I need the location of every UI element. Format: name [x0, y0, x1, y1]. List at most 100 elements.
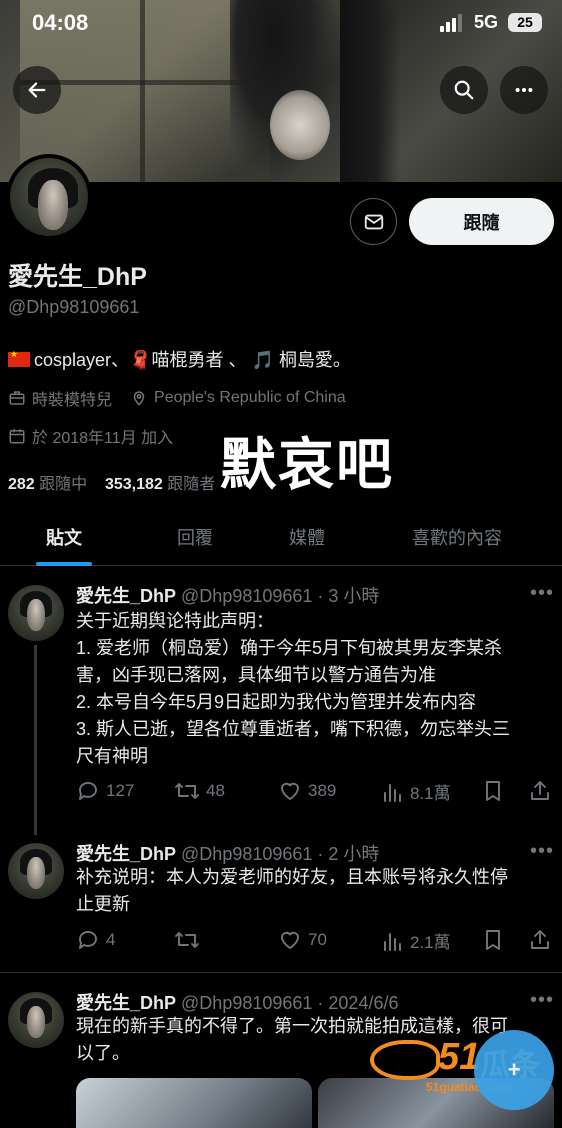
china-flag-icon — [8, 349, 30, 367]
views-bar-icon — [384, 932, 401, 951]
tweet-line: 关于近期舆论特此声明： — [76, 611, 274, 631]
tweet-line: 补充说明：本人为爱老师的好友，且本账号将永久性停 — [76, 867, 508, 887]
share-button[interactable] — [528, 779, 558, 803]
tweet-media-image[interactable] — [76, 1078, 312, 1128]
tweet-line: 害，凶手现已落网，具体细节以警方通告为准 — [76, 665, 436, 685]
profile-bio: cosplayer、🧣喵棍勇者 、 🎵 桐島愛。 — [8, 346, 351, 372]
calendar-icon — [9, 429, 25, 444]
bio-separator-2: 、 — [223, 350, 247, 370]
bookmark-button[interactable] — [482, 928, 510, 952]
tweet-author-name[interactable]: 愛先生_DhP — [76, 586, 176, 606]
tweet-line: 止更新 — [76, 894, 130, 914]
tweet-line: 尺有神明 — [76, 746, 148, 766]
profile-meta-row: 時裝模特兒 People's Republic of China — [8, 386, 346, 410]
status-bar: 04:08 5G 25 — [0, 0, 562, 48]
tweet-line: 1. 爱老师（桐岛爱）确于今年5月下旬被其男友李某杀 — [76, 638, 503, 658]
reply-button[interactable]: 4 — [76, 928, 115, 952]
share-icon — [531, 930, 549, 949]
like-button[interactable]: 70 — [278, 928, 327, 952]
music-note-emoji-icon: 🎵 — [251, 350, 274, 370]
location-pin-icon — [133, 391, 145, 406]
views-bar-icon — [384, 783, 401, 802]
retweet-icon — [175, 783, 199, 799]
tweet-text[interactable]: 补充说明：本人为爱老师的好友，且本账号将永久性停 止更新 — [76, 864, 556, 918]
signal-icon — [440, 14, 462, 32]
arrow-left-icon — [28, 82, 46, 98]
tweet-avatar[interactable] — [8, 843, 64, 899]
like-count: 70 — [308, 930, 327, 949]
tweet-meta[interactable]: @Dhp98109661 · 3 小時 — [181, 586, 379, 606]
plus-icon: + — [507, 1057, 521, 1082]
share-icon — [531, 781, 549, 800]
retweet-count: 48 — [206, 781, 225, 800]
profile-stats: 282 跟隨中 353,182 跟隨者 — [8, 470, 215, 494]
followers-count[interactable]: 353,182 — [105, 476, 163, 493]
tweet-header: 愛先生_DhP @Dhp98109661 · 3 小時 — [76, 582, 379, 608]
search-button[interactable] — [440, 66, 488, 114]
tweet-avatar[interactable] — [8, 585, 64, 641]
views-button[interactable]: 2.1萬 — [382, 928, 451, 953]
tweet-author-name[interactable]: 愛先生_DhP — [76, 844, 176, 864]
more-options-button[interactable] — [500, 66, 548, 114]
banner-figure-detail — [270, 90, 330, 160]
bio-separator-1: 、 — [111, 350, 130, 370]
following-label[interactable]: 跟隨中 — [39, 476, 87, 493]
tweet-header: 愛先生_DhP @Dhp98109661 · 2024/6/6 — [76, 989, 398, 1015]
tab-replies[interactable]: 回覆 — [128, 508, 262, 566]
tab-posts[interactable]: 貼文 — [0, 508, 128, 566]
profile-joined-date: 於 2018年11月 加入 — [32, 430, 174, 447]
profile-location: People's Republic of China — [154, 389, 346, 406]
briefcase-icon — [9, 391, 25, 405]
profile-handle: @Dhp98109661 — [8, 297, 140, 317]
reply-count: 127 — [106, 781, 135, 800]
share-button[interactable] — [528, 928, 558, 952]
compose-button[interactable]: + — [474, 1030, 554, 1110]
profile-category: 時裝模特兒 — [32, 392, 113, 409]
thread-line — [34, 645, 37, 835]
message-button[interactable] — [350, 198, 397, 245]
views-button[interactable]: 8.1萬 — [382, 779, 451, 804]
retweet-icon — [175, 932, 199, 948]
tweet-line: 2. 本号自今年5月9日起即为我代为管理并发布内容 — [76, 692, 477, 712]
bio-text-1: cosplayer — [34, 350, 112, 370]
following-count[interactable]: 282 — [8, 476, 35, 493]
heart-icon — [281, 782, 299, 800]
tweet-more-icon[interactable]: ••• — [530, 840, 554, 863]
heart-icon — [281, 931, 299, 949]
bio-text-3: 桐島愛。 — [278, 350, 351, 370]
tab-likes[interactable]: 喜歡的內容 — [352, 508, 562, 566]
like-count: 389 — [308, 781, 337, 800]
reply-icon — [79, 931, 97, 949]
reply-button[interactable]: 127 — [76, 779, 134, 803]
network-type: 5G — [474, 12, 499, 32]
retweet-button[interactable]: 48 — [174, 779, 225, 803]
overlay-caption: 默哀吧 — [220, 433, 394, 496]
tweet-text[interactable]: 关于近期舆论特此声明： 1. 爱老师（桐岛爱）确于今年5月下旬被其男友李某杀 害… — [76, 608, 556, 770]
tweet-meta[interactable]: @Dhp98109661 · 2024/6/6 — [181, 993, 398, 1013]
more-horizontal-icon — [515, 87, 533, 93]
follow-button[interactable]: 跟隨 — [409, 198, 554, 245]
tweet-header: 愛先生_DhP @Dhp98109661 · 2 小時 — [76, 840, 379, 866]
tweet-more-icon[interactable]: ••• — [530, 582, 554, 605]
followers-label[interactable]: 跟隨者 — [167, 476, 215, 493]
tweet-avatar[interactable] — [8, 992, 64, 1048]
tab-media[interactable]: 媒體 — [262, 508, 352, 566]
profile-tabs: 貼文 回覆 媒體 喜歡的內容 — [0, 508, 562, 566]
retweet-button[interactable] — [174, 928, 206, 952]
reply-count: 4 — [106, 930, 116, 949]
battery-icon: 25 — [508, 13, 542, 32]
tweet-more-icon[interactable]: ••• — [530, 989, 554, 1012]
display-name: 愛先生_DhP — [8, 263, 147, 291]
profile-joined-row: 於 2018年11月 加入 — [8, 424, 173, 448]
tweet-actions: 127 48 389 8.1萬 — [76, 779, 556, 809]
back-button[interactable] — [13, 66, 61, 114]
views-count: 8.1萬 — [410, 784, 451, 803]
mail-icon — [364, 214, 383, 229]
profile-avatar[interactable] — [6, 154, 92, 240]
like-button[interactable]: 389 — [278, 779, 336, 803]
tweet-meta[interactable]: @Dhp98109661 · 2 小時 — [181, 844, 379, 864]
bookmark-button[interactable] — [482, 779, 510, 803]
tweet-divider — [0, 972, 562, 973]
status-time: 04:08 — [32, 10, 89, 35]
tweet-author-name[interactable]: 愛先生_DhP — [76, 993, 176, 1013]
